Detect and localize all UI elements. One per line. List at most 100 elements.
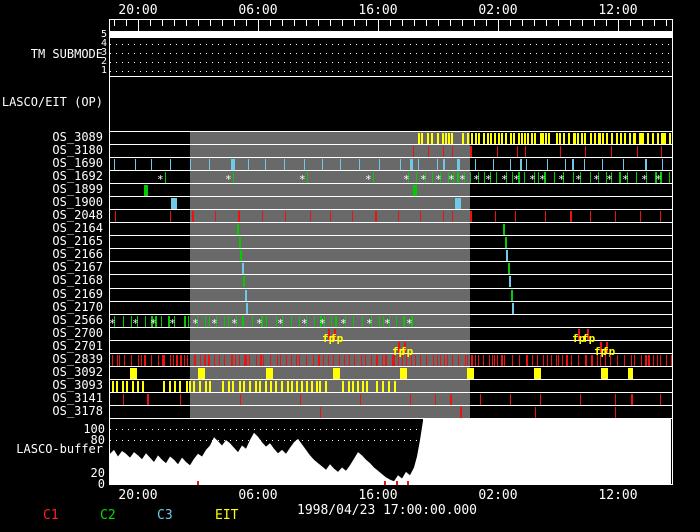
activity-tick — [285, 211, 286, 222]
time-label-bottom: 20:00 — [118, 488, 158, 503]
activity-tick — [144, 185, 148, 196]
asterisk-marker: * — [299, 173, 306, 186]
activity-tick — [452, 355, 453, 366]
tm-level-gridline — [110, 62, 672, 63]
row-separator — [109, 183, 673, 184]
activity-tick — [637, 146, 638, 157]
activity-tick — [584, 159, 585, 170]
activity-tick — [631, 355, 632, 366]
lasco-eit-label: LASCO/EIT (OP) — [1, 95, 103, 109]
activity-tick — [525, 146, 526, 157]
activity-tick — [559, 133, 561, 144]
activity-tick — [483, 355, 484, 366]
asterisk-marker: * — [622, 173, 629, 186]
asterisk-marker: * — [157, 173, 164, 186]
row-separator — [109, 274, 673, 275]
activity-tick — [498, 133, 500, 144]
timeline-app-window: TM SUBMODE LASCO/EIT (OP) LASCO-buffer 2… — [0, 0, 700, 532]
asterisk-marker: * — [366, 317, 373, 330]
activity-tick — [228, 381, 230, 392]
activity-tick — [558, 355, 559, 366]
activity-tick — [270, 381, 272, 392]
activity-tick — [307, 172, 308, 183]
activity-tick — [432, 172, 433, 183]
activity-tick — [352, 211, 353, 222]
axis-minor-tick — [330, 19, 331, 26]
activity-tick — [521, 133, 523, 144]
activity-tick — [328, 355, 329, 366]
axis-minor-tick — [390, 19, 391, 26]
activity-tick — [475, 159, 476, 170]
activity-tick — [512, 303, 514, 314]
activity-tick — [361, 355, 362, 366]
asterisk-marker: * — [365, 173, 372, 186]
asterisk-marker: * — [448, 173, 455, 186]
activity-tick — [112, 355, 113, 366]
asterisk-marker: * — [575, 173, 582, 186]
axis-minor-tick — [318, 19, 319, 26]
row-separator — [109, 209, 673, 210]
activity-tick — [398, 355, 399, 366]
activity-tick — [437, 159, 438, 170]
activity-tick — [501, 355, 503, 366]
activity-tick — [320, 407, 321, 418]
activity-tick — [478, 133, 480, 144]
activity-tick — [493, 159, 494, 170]
activity-tick — [504, 355, 505, 366]
activity-tick — [551, 355, 552, 366]
activity-tick — [580, 394, 581, 405]
activity-tick — [300, 394, 301, 405]
activity-tick — [527, 133, 529, 144]
row-separator — [109, 196, 673, 197]
activity-tick — [237, 224, 239, 235]
activity-tick — [437, 355, 438, 366]
row-separator — [109, 405, 673, 406]
activity-tick — [585, 355, 587, 366]
activity-tick — [475, 355, 476, 366]
activity-tick — [184, 355, 185, 366]
activity-tick — [641, 355, 642, 366]
activity-tick — [170, 159, 171, 170]
activity-tick — [503, 224, 505, 235]
axis-minor-tick — [450, 19, 451, 26]
activity-tick — [275, 381, 277, 392]
activity-tick — [124, 355, 125, 366]
activity-tick — [653, 355, 654, 366]
activity-tick — [344, 355, 345, 366]
activity-tick — [566, 355, 568, 366]
activity-tick — [616, 133, 618, 144]
activity-tick — [657, 355, 658, 366]
activity-tick — [228, 316, 229, 327]
axis-minor-tick — [534, 19, 535, 26]
activity-tick — [188, 316, 189, 327]
buffer-fill-area — [110, 418, 671, 484]
asterisk-marker: * — [225, 173, 232, 186]
activity-tick — [311, 381, 313, 392]
activity-tick — [222, 381, 224, 392]
activity-tick — [335, 316, 337, 327]
activity-tick — [545, 211, 546, 222]
activity-tick — [394, 355, 395, 366]
activity-tick — [598, 133, 601, 144]
axis-minor-tick — [114, 19, 115, 26]
activity-tick — [601, 368, 608, 379]
axis-top-line — [109, 19, 673, 20]
plot-right-spine — [672, 19, 673, 484]
activity-tick — [169, 381, 171, 392]
activity-tick — [340, 159, 341, 170]
axis-minor-tick — [306, 19, 307, 26]
time-label-top: 12:00 — [598, 3, 638, 18]
axis-major-tick — [498, 19, 499, 31]
activity-tick — [239, 237, 241, 248]
activity-tick — [526, 159, 527, 170]
activity-tick — [375, 211, 377, 222]
axis-minor-tick — [546, 19, 547, 26]
activity-tick — [215, 211, 216, 222]
activity-tick — [403, 316, 405, 327]
activity-tick — [510, 394, 511, 405]
asterisk-marker: * — [211, 317, 218, 330]
asterisk-marker: * — [277, 317, 284, 330]
activity-tick — [573, 172, 574, 183]
axis-minor-tick — [210, 19, 211, 26]
activity-tick — [233, 172, 234, 183]
